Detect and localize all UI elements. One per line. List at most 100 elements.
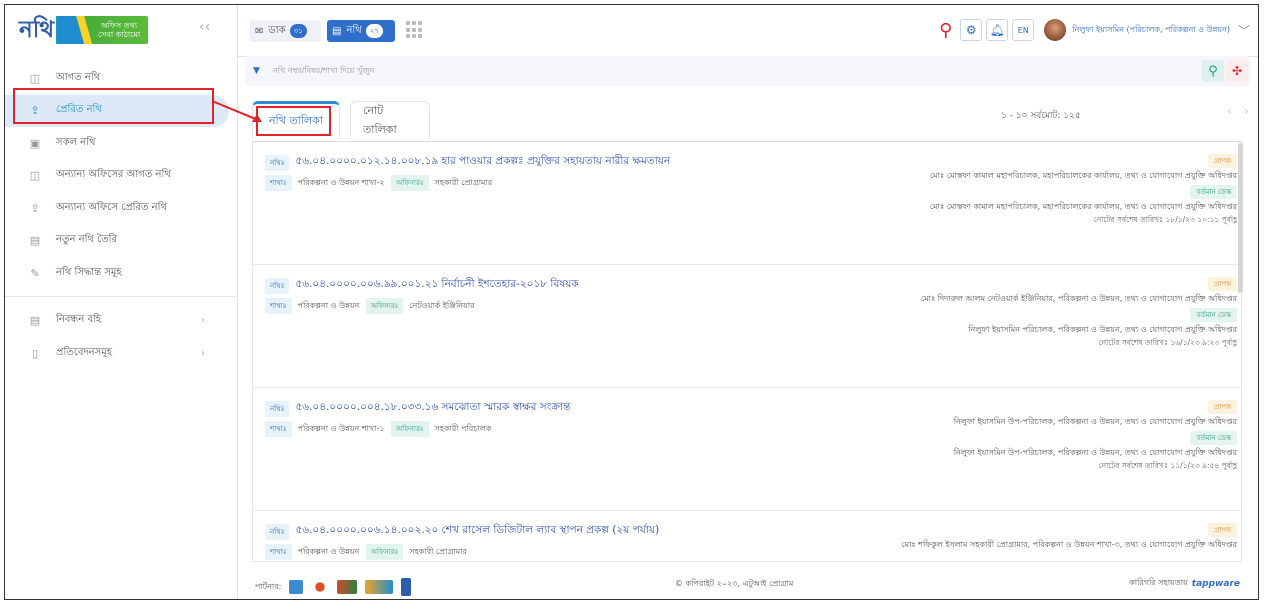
nothi-number[interactable]: ৫৬.০৪.০০০০.০০৬.৯৯.০০১.২১	[295, 277, 438, 294]
sidebar-item-label: প্রতিবেদনসমূহ	[56, 346, 113, 358]
last-note-date: নোটের সর্বশেষ তারিখঃ ১৮/১/২৩ ১০:১১ পূর্ব…	[1093, 215, 1237, 224]
nothi-tag: নথিঃ	[265, 277, 290, 294]
current-desk-badge: বর্তমান ডেস্ক	[1190, 431, 1237, 445]
next-page-button[interactable]: ›	[1244, 104, 1249, 118]
desk-tag: অফিসারঃ	[391, 421, 429, 437]
prev-page-button[interactable]: ‹	[1227, 104, 1232, 118]
sidebar-item-decisions[interactable]: ✎ নথি সিদ্ধান্ত সমূহ	[5, 257, 237, 290]
receiver-badge: প্রাপক	[1208, 523, 1237, 537]
card-meta-row: শাখাঃ পরিকল্পনা ও উন্নয়ন শাখা-১ অফিসারঃ স…	[265, 421, 495, 437]
sidebar-item-new-nothi[interactable]: ▤ নতুন নথি তৈরি	[5, 225, 237, 258]
branch-name: পরিকল্পনা ও উন্নয়ন	[297, 300, 360, 310]
branch-name: পরিকল্পনা ও উন্নয়ন শাখা-২	[297, 177, 385, 187]
sidebar-item-label: নতুন নথি তৈরি	[56, 234, 118, 246]
pin-icon: ✎	[30, 266, 40, 280]
sidebar-item-label: অন্যান্য অফিসে প্রেরিত নথি	[56, 201, 167, 213]
receiver-badge: প্রাপক	[1208, 277, 1237, 291]
chevron-down-icon[interactable]: ﹀	[1238, 22, 1250, 39]
card-routing: প্রাপক নিলুফা ইয়াসমিন উপ-পরিচালক, পরিকল্…	[954, 398, 1237, 473]
desk-name: সহকারী প্রোগ্রামার	[434, 177, 493, 187]
nothi-number[interactable]: ৫৬.০৪.০০০০.০০৪.১৮.০৩৩.১৬	[295, 400, 438, 417]
card-routing: প্রাপক মোঃ দিদারুল আলম নেটওয়ার্ক ইঞ্জিনি…	[921, 275, 1237, 350]
nothi-subject[interactable]: হার পাওয়ার প্রকল্পঃ প্রযুক্তির সহায়তায…	[441, 154, 670, 171]
sidebar-item-all[interactable]: ▣ সকল নথি	[5, 127, 237, 160]
card-title-row: নথিঃ ৫৬.০৪.০০০০.০০৬.১৪.০০২.২০ শেখ রাসেল ড…	[265, 523, 659, 540]
current-desk-badge: বর্তমান ডেস্ক	[1190, 308, 1237, 322]
caret-down-icon[interactable]: ▼	[253, 66, 260, 76]
nothi-subject[interactable]: সমঝোতা স্মারক স্বাক্ষর সংক্রান্ত	[441, 400, 570, 417]
branch-tag: শাখাঃ	[265, 544, 292, 560]
receiver-text: নিলুফা ইয়াসমিন উপ-পরিচালক, পরিকল্পনা ও …	[953, 417, 1237, 426]
pagination-info: ১ - ১০ সর্বমোট: ১২৫	[1001, 111, 1081, 121]
card-meta-row: শাখাঃ পরিকল্পনা ও উন্নয়ন অফিসারঃ সহকারী প…	[265, 544, 471, 560]
nothi-number[interactable]: ৫৬.০৪.০০০০.০১২.১৪.০০৮.১৯	[295, 154, 438, 171]
nothi-tag: নথিঃ	[265, 523, 290, 540]
annotation-arrow	[211, 100, 262, 122]
desk-name: নেটওয়ার্ক ইঞ্জিনিয়ার	[409, 300, 475, 310]
receiver-badge: প্রাপক	[1208, 154, 1237, 168]
desk-tag: অফিসারঃ	[365, 544, 404, 560]
sidebar-item-reports[interactable]: ▯ প্রতিবেদনসমূহ ›	[5, 337, 237, 370]
avatar[interactable]	[1044, 19, 1067, 41]
nothi-button[interactable]: ▤ নথি ২৭	[327, 20, 395, 42]
branch-name: পরিকল্পনা ও উন্নয়ন শাখা-১	[297, 423, 385, 433]
chevron-right-icon: ›	[201, 347, 205, 359]
nothi-card[interactable]: নথিঃ ৫৬.০৪.০০০০.০১২.১৪.০০৮.১৯ হার পাওয়ার…	[253, 142, 1241, 265]
brand-logo[interactable]: tappware	[1192, 579, 1240, 589]
sidebar-item-label: অন্যান্য অফিসের আগত নথি	[56, 169, 171, 181]
branch-tag: শাখাঃ	[265, 298, 292, 314]
partner-logo-icon	[337, 580, 358, 594]
receiver-text: মোঃ মোস্তফা কামাল মহাপরিচালক, মহাপরিচালক…	[929, 171, 1237, 180]
briefcase-icon: ▣	[29, 136, 41, 150]
sidebar-item-label: আগত নথি	[56, 71, 101, 83]
gear-icon[interactable]: ⚙	[960, 19, 983, 41]
copyright: © কপিরাইট ২০২৩, এটুআই প্রোগ্রাম	[675, 579, 794, 588]
dak-button[interactable]: ✉ ডাক ৩১	[250, 20, 321, 42]
nothi-card[interactable]: নথিঃ ৫৬.০৪.০০০০.০০৬.৯৯.০০১.২১ নির্বাচনী ই…	[253, 265, 1241, 388]
partner-logo-icon	[365, 580, 394, 594]
nothi-subject[interactable]: শেখ রাসেল ডিজিটাল ল্যাব স্থাপন প্রকল্প (…	[442, 523, 660, 540]
logo[interactable]: নথি অফিস তথ্য সেবা কাঠামো	[19, 13, 171, 47]
card-meta-row: শাখাঃ পরিকল্পনা ও উন্নয়ন শাখা-২ অফিসারঃ স…	[265, 175, 496, 191]
sidebar-item-other-incoming[interactable]: ◫ অন্যান্য অফিসের আগত নথি	[5, 160, 237, 193]
branch-tag: শাখাঃ	[265, 421, 292, 437]
last-note-date: নোটের সর্বশেষ তারিখঃ ১১/১/২৩ ৯:৫৪ পূর্বা…	[1098, 461, 1237, 470]
nothi-card[interactable]: নথিঃ ৫৬.০৪.০০০০.০০৪.১৮.০৩৩.১৬ সমঝোতা স্মা…	[253, 388, 1241, 511]
upload-icon: ⇪	[30, 201, 40, 215]
scrollbar[interactable]	[1238, 143, 1243, 293]
nothi-list: নথিঃ ৫৬.০৪.০০০০.০১২.১৪.০০৮.১৯ হার পাওয়ার…	[252, 141, 1242, 562]
receiver-text: মোঃ শফিকুল ইসলাম সহকারী প্রোগ্রামার, পরি…	[901, 540, 1237, 549]
mail-icon: ✉	[255, 25, 264, 37]
logo-badge: অফিস তথ্য সেবা কাঠামো	[56, 16, 149, 44]
current-desk-text: নিলুফা ইয়াসমিন উপ-পরিচালক, পরিকল্পনা ও …	[953, 448, 1237, 457]
apps-grid-icon[interactable]	[406, 21, 424, 39]
desk-name: সহকারী প্রোগ্রামার	[409, 546, 467, 556]
sidebar-item-other-sent[interactable]: ⇪ অন্যান্য অফিসে প্রেরিত নথি	[5, 192, 237, 225]
dak-label: ডাক	[268, 24, 286, 36]
sidebar-item-register[interactable]: ▤ নিবন্ধন বহি ›	[5, 305, 237, 338]
search-icon[interactable]: ⚲	[939, 20, 952, 41]
chevrons-left-icon[interactable]: ‹‹	[199, 19, 210, 35]
nothi-number[interactable]: ৫৬.০৪.০০০০.০০৬.১৪.০০২.২০	[295, 523, 438, 540]
tab-note-list[interactable]: নোট তালিকা	[350, 101, 430, 139]
footer: পার্টনার: © কপিরাইট ২০২৩, এটুআই প্রোগ্রা…	[245, 569, 1250, 597]
bell-icon[interactable]: 🔔︎	[986, 19, 1009, 41]
language-toggle[interactable]: EN	[1012, 19, 1035, 41]
desk-tag: অফিসারঃ	[365, 298, 404, 314]
nothi-card[interactable]: নথিঃ ৫৬.০৪.০০০০.০০৬.১৪.০০২.২০ শেখ রাসেল ড…	[253, 511, 1241, 561]
nothi-subject[interactable]: নির্বাচনী ইশতেহার-২০১৮ বিষয়ক	[441, 277, 578, 294]
sidebar-item-label: নথি সিদ্ধান্ত সমূহ	[56, 266, 122, 278]
current-desk-text: নিলুফা ইয়াসমিন পরিচালক, পরিকল্পনা ও উন্…	[968, 325, 1237, 334]
search-input[interactable]: নথি নম্বর/বিষয়/শাখা দিয়ে খুঁজুন	[273, 65, 374, 78]
sidebar-divider	[5, 295, 237, 297]
card-routing: প্রাপক মোঃ শফিকুল ইসলাম সহকারী প্রোগ্রামা…	[901, 521, 1237, 552]
clear-icon[interactable]: ✣	[1226, 60, 1248, 82]
last-note-date: নোটের সর্বশেষ তারিখঃ ১৬/১/২৩ ৯:২৩ পূর্বা…	[1098, 338, 1237, 347]
sidebar-item-label: সকল নথি	[56, 136, 96, 148]
desk-tag: অফিসারঃ	[391, 175, 429, 191]
card-routing: প্রাপক মোঃ মোস্তফা কামাল মহাপরিচালক, মহাপ…	[930, 152, 1237, 227]
app-window: নথি অফিস তথ্য সেবা কাঠামো ‹‹ ◫ আগত নথি ⇪…	[4, 4, 1259, 600]
user-name[interactable]: নিলুফা ইয়াসমিন (পরিচালক, পরিকল্পনা ও উন…	[1072, 24, 1230, 37]
branch-name: পরিকল্পনা ও উন্নয়ন	[297, 546, 360, 556]
search-button[interactable]: ⚲	[1202, 60, 1224, 82]
